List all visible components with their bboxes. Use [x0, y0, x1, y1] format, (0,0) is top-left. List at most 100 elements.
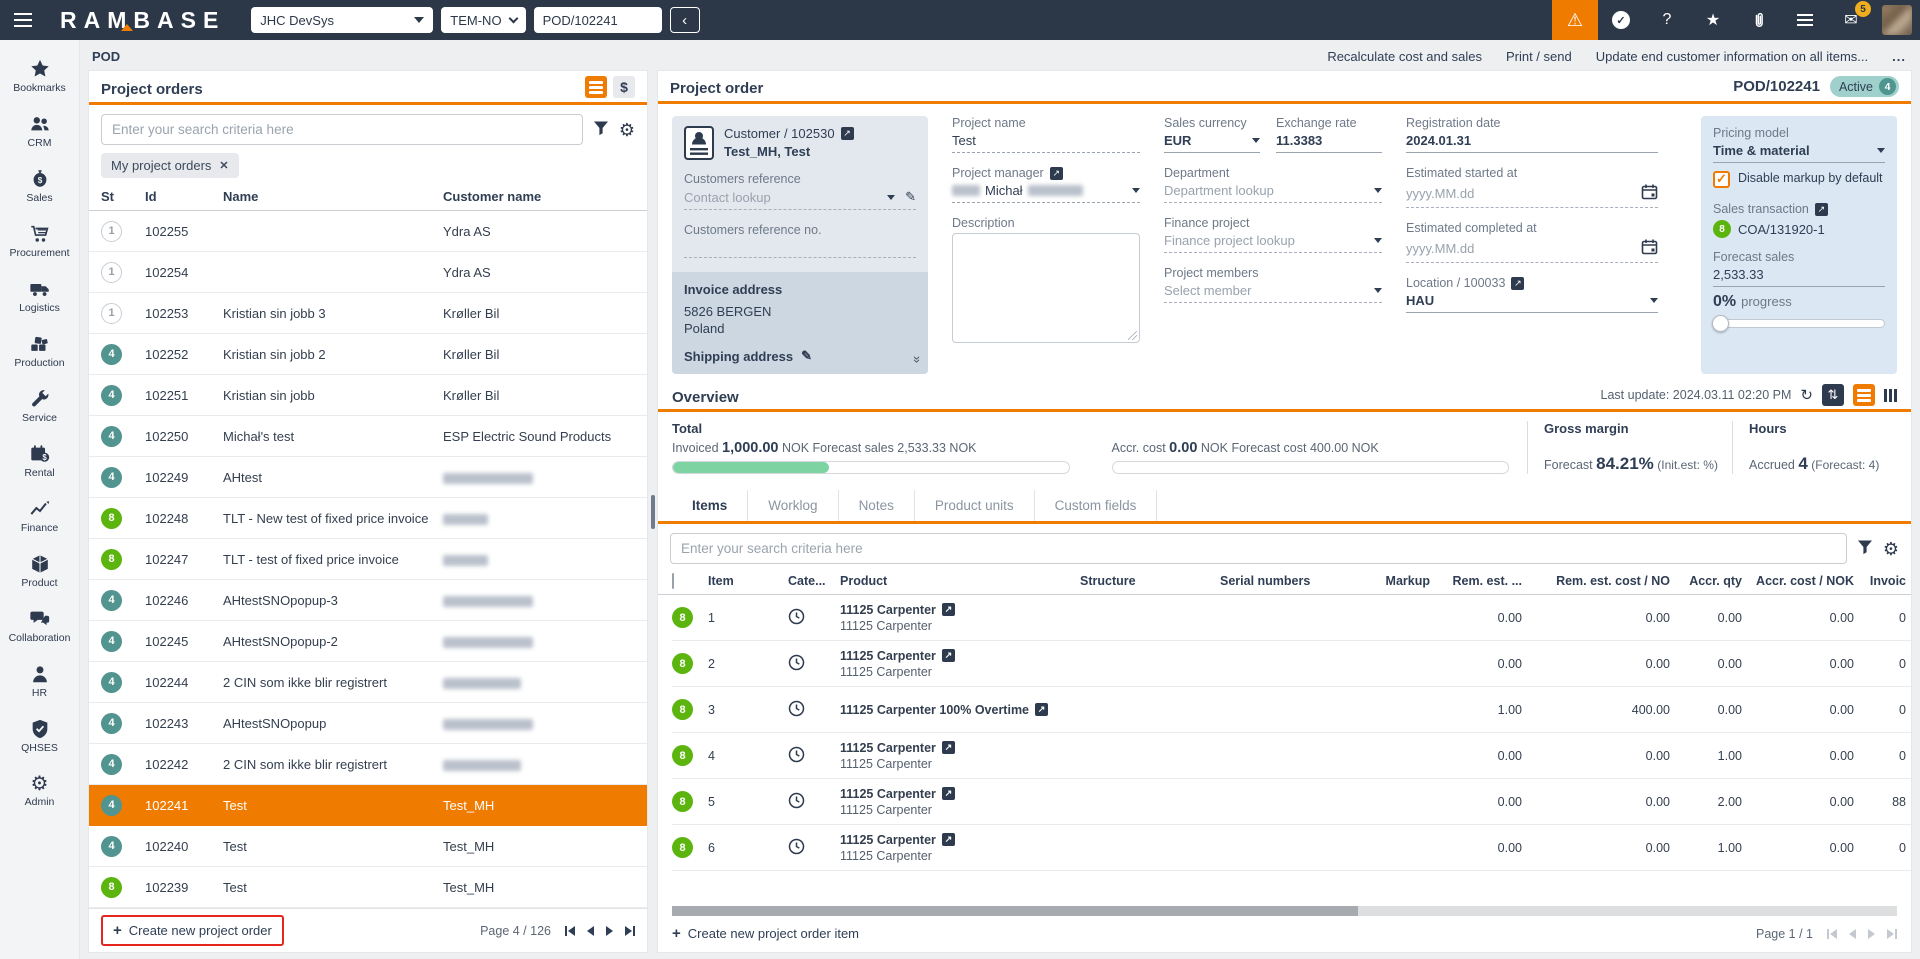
forecast-sales-field[interactable]: 2,533.33: [1713, 264, 1885, 287]
sidebar-item-bookmarks[interactable]: Bookmarks: [0, 48, 79, 103]
edit-pencil-icon[interactable]: ✎: [905, 189, 916, 205]
table-row[interactable]: 4102240TestTest_MH: [89, 826, 647, 867]
slider-thumb[interactable]: [1712, 315, 1729, 332]
next-page-button[interactable]: [606, 926, 613, 936]
sidebar-item-sales[interactable]: $ Sales: [0, 158, 79, 213]
customers-reference-no-field[interactable]: [684, 237, 916, 258]
document-search-input[interactable]: [534, 7, 662, 33]
table-row[interactable]: 4102243AHtestSNOpopup: [89, 703, 647, 744]
project-members-select[interactable]: Select member: [1164, 280, 1382, 303]
user-menu-button[interactable]: [1874, 0, 1920, 40]
sales-currency-select[interactable]: EUR: [1164, 130, 1260, 153]
contact-lookup-select[interactable]: Contact lookup ✎: [684, 186, 916, 210]
description-textarea[interactable]: [952, 233, 1140, 343]
first-page-button[interactable]: [1827, 929, 1837, 939]
table-row[interactable]: 8102239TestTest_MH: [89, 867, 647, 908]
hamburger-menu-icon[interactable]: [0, 13, 46, 27]
table-row[interactable]: 41022422 CIN som ikke blir registrert: [89, 744, 647, 785]
last-page-button[interactable]: [625, 926, 635, 936]
last-page-button[interactable]: [1887, 929, 1897, 939]
table-row[interactable]: 1102254Ydra AS: [89, 252, 647, 293]
first-page-button[interactable]: [565, 926, 575, 936]
print-send-action[interactable]: Print / send: [1506, 49, 1572, 64]
filter-icon[interactable]: [1857, 539, 1873, 558]
sidebar-item-logistics[interactable]: Logistics: [0, 268, 79, 323]
table-row-selected[interactable]: 4102241TestTest_MH: [89, 785, 647, 826]
disable-markup-checkbox[interactable]: [1713, 171, 1730, 188]
scrollbar-thumb[interactable]: [672, 906, 1358, 916]
table-row[interactable]: 4102249AHtest: [89, 457, 647, 498]
select-all-checkbox[interactable]: [672, 573, 674, 589]
table-row[interactable]: 41022442 CIN som ikke blir registrert: [89, 662, 647, 703]
search-input[interactable]: [101, 114, 583, 145]
item-row[interactable]: 8 2 11125 Carpenter↗11125 Carpenter 0.00…: [672, 641, 1911, 687]
chip-close-icon[interactable]: ✕: [219, 159, 228, 172]
next-page-button[interactable]: [1868, 929, 1875, 939]
tab-notes[interactable]: Notes: [839, 490, 915, 521]
recalculate-action[interactable]: Recalculate cost and sales: [1327, 49, 1482, 64]
table-row[interactable]: 4102245AHtestSNOpopup-2: [89, 621, 647, 662]
sidebar-item-rental[interactable]: $ Rental: [0, 433, 79, 488]
currency-toggle-icon[interactable]: $: [613, 76, 635, 98]
settings-gear-icon[interactable]: ⚙: [1883, 541, 1899, 557]
project-name-field[interactable]: Test: [952, 130, 1140, 153]
edit-shipping-icon[interactable]: ✎: [801, 348, 812, 364]
rows-view-icon[interactable]: [1853, 384, 1875, 406]
sidebar-item-admin[interactable]: ⚙ Admin: [0, 763, 79, 818]
help-button[interactable]: ?: [1644, 0, 1690, 40]
sidebar-item-qhses[interactable]: QHSES: [0, 708, 79, 763]
alerts-button[interactable]: ⚠: [1552, 0, 1598, 40]
filter-icon[interactable]: [593, 120, 609, 139]
panel-splitter[interactable]: [648, 70, 657, 953]
tab-items[interactable]: Items: [672, 490, 748, 521]
table-row[interactable]: 4102250Michał's testESP Electric Sound P…: [89, 416, 647, 457]
department-select[interactable]: Department lookup: [1164, 180, 1382, 203]
more-actions-button[interactable]: ...: [1892, 49, 1906, 64]
calendar-icon[interactable]: [1641, 183, 1658, 203]
settings-gear-icon[interactable]: ⚙: [619, 122, 635, 138]
columns-view-icon[interactable]: [1884, 389, 1897, 402]
prev-page-button[interactable]: [587, 926, 594, 936]
system-select[interactable]: JHC DevSys: [251, 7, 433, 33]
sidebar-item-crm[interactable]: CRM: [0, 103, 79, 158]
item-row[interactable]: 8 1 11125 Carpenter↗11125 Carpenter 0.00…: [672, 595, 1911, 641]
exchange-rate-field[interactable]: 11.3383: [1276, 130, 1382, 153]
create-new-project-order-button[interactable]: + Create new project order: [101, 915, 284, 946]
location-select[interactable]: HAU: [1406, 290, 1658, 313]
tab-product-units[interactable]: Product units: [915, 490, 1035, 521]
update-end-customer-action[interactable]: Update end customer information on all i…: [1596, 49, 1868, 64]
sales-transaction-link[interactable]: 8 COA/131920-1: [1713, 220, 1885, 238]
item-row[interactable]: 8 3 11125 Carpenter 100% Overtime↗ 1.00 …: [672, 687, 1911, 733]
tab-custom-fields[interactable]: Custom fields: [1035, 490, 1158, 521]
item-row[interactable]: 8 5 11125 Carpenter↗11125 Carpenter 0.00…: [672, 779, 1911, 825]
favorites-button[interactable]: ★: [1690, 0, 1736, 40]
project-manager-select[interactable]: Michał: [952, 180, 1140, 203]
rows-view-icon[interactable]: [585, 76, 607, 98]
pricing-model-select[interactable]: Time & material: [1713, 140, 1885, 163]
progress-slider[interactable]: [1713, 319, 1885, 328]
tasks-button[interactable]: [1782, 0, 1828, 40]
tab-worklog[interactable]: Worklog: [748, 490, 838, 521]
create-new-item-button[interactable]: + Create new project order item: [672, 925, 859, 942]
back-button[interactable]: ‹: [670, 7, 700, 33]
expand-chevrons-icon[interactable]: »: [910, 356, 925, 361]
sidebar-item-finance[interactable]: Finance: [0, 488, 79, 543]
table-row[interactable]: 8102248TLT - New test of fixed price inv…: [89, 498, 647, 539]
items-search-input[interactable]: [670, 533, 1847, 564]
sidebar-item-collaboration[interactable]: Collaboration: [0, 598, 79, 653]
estimated-started-field[interactable]: yyyy.MM.dd: [1406, 180, 1658, 208]
prev-page-button[interactable]: [1849, 929, 1856, 939]
finance-project-select[interactable]: Finance project lookup: [1164, 230, 1382, 253]
company-select[interactable]: TEM-NO: [441, 7, 525, 33]
sidebar-item-production[interactable]: Production: [0, 323, 79, 378]
item-row[interactable]: 8 4 11125 Carpenter↗11125 Carpenter 0.00…: [672, 733, 1911, 779]
estimated-completed-field[interactable]: yyyy.MM.dd: [1406, 235, 1658, 263]
customer-link[interactable]: Customer / 102530 ↗: [724, 126, 854, 141]
refresh-icon[interactable]: ↻: [1800, 386, 1813, 404]
table-row[interactable]: 8102247TLT - test of fixed price invoice: [89, 539, 647, 580]
messages-button[interactable]: ✉ 5: [1828, 0, 1874, 40]
table-row[interactable]: 1102255Ydra AS: [89, 211, 647, 252]
registration-date-field[interactable]: 2024.01.31: [1406, 130, 1658, 153]
sidebar-item-procurement[interactable]: Procurement: [0, 213, 79, 268]
expand-rows-icon[interactable]: ⇅: [1822, 384, 1844, 406]
